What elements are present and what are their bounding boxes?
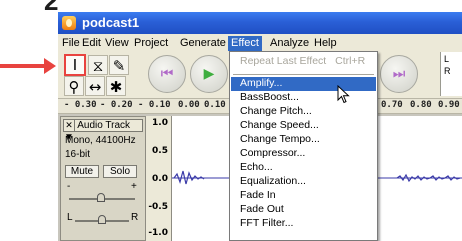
solo-button[interactable]: Solo	[103, 165, 137, 178]
annotation-arrow-shaft	[0, 64, 46, 68]
audacity-app-icon	[62, 16, 76, 30]
ruler-tick: 0.80	[410, 100, 432, 110]
track-control-panel: ✕ Audio Track ▼ Mono, 44100Hz 16-bit Mut…	[60, 116, 146, 241]
track-close-icon[interactable]: ✕	[64, 120, 75, 131]
meter-right-label: R	[444, 66, 451, 76]
pan-slider-thumb[interactable]	[98, 215, 106, 224]
timeshift-tool-button[interactable]: ↔	[85, 76, 105, 96]
menu-item-change-tempo[interactable]: Change Tempo...	[231, 133, 376, 147]
ruler-tick: - 0.10	[138, 100, 171, 110]
menu-separator	[233, 74, 374, 75]
amplitude-tick: -1.0	[148, 228, 168, 238]
menu-project[interactable]: Project	[131, 36, 171, 51]
menu-generate[interactable]: Generate	[177, 36, 229, 51]
meter-left-label: L	[444, 54, 450, 64]
play-button[interactable]: ▶	[190, 55, 228, 93]
menu-item-equalization[interactable]: Equalization...	[231, 175, 376, 189]
pan-right-label: R	[131, 212, 139, 223]
gain-minus-label: -	[67, 181, 71, 192]
menu-item-compressor[interactable]: Compressor...	[231, 147, 376, 161]
menu-item-fft-filter[interactable]: FFT Filter...	[231, 217, 376, 231]
play-icon: ▶	[203, 66, 215, 82]
selection-tool-button[interactable]: I	[64, 54, 86, 76]
track-name: Audio Track	[77, 120, 131, 131]
gain-slider-thumb[interactable]	[97, 193, 105, 202]
skip-to-end-icon: ⏭	[392, 66, 406, 82]
annotation-arrow-head	[44, 58, 56, 74]
amplitude-ruler: 1.0 0.5 0.0 -0.5 -1.0	[146, 116, 172, 241]
menu-analyze[interactable]: Analyze	[267, 36, 312, 51]
skip-to-start-icon: ⏮	[160, 66, 174, 82]
pan-left-label: L	[67, 212, 73, 223]
ruler-tick: - 0.20	[100, 100, 133, 110]
draw-tool-button[interactable]: ✎	[109, 55, 129, 75]
amplitude-tick: 0.0	[152, 174, 168, 184]
amplitude-tick: -0.5	[148, 202, 168, 212]
menu-effect[interactable]: Effect	[228, 36, 262, 51]
menu-item-fade-in[interactable]: Fade In	[231, 189, 376, 203]
envelope-tool-button[interactable]: ⧖	[88, 55, 108, 75]
menu-edit[interactable]: Edit	[79, 36, 104, 51]
menu-item-amplify[interactable]: Amplify...	[231, 77, 376, 91]
track-bit-depth: 16-bit	[65, 149, 91, 160]
menu-item-change-pitch[interactable]: Change Pitch...	[231, 105, 376, 119]
ruler-tick: 0.10	[204, 100, 226, 110]
menu-item-change-speed[interactable]: Change Speed...	[231, 119, 376, 133]
mouse-pointer-icon	[337, 85, 350, 104]
ruler-tick: - 0.30	[64, 100, 97, 110]
menu-help[interactable]: Help	[311, 36, 340, 51]
level-meter: L R	[440, 52, 462, 96]
repeat-last-effect-shortcut: Ctrl+R	[335, 55, 366, 67]
title-bar[interactable]: podcast1	[58, 12, 462, 34]
step-number: 2	[44, 0, 59, 16]
track-rate: Mono, 44100Hz	[65, 135, 136, 146]
repeat-last-effect-label: Repeat Last Effect	[240, 55, 327, 67]
skip-to-end-button[interactable]: ⏭	[380, 55, 418, 93]
amplitude-tick: 1.0	[152, 118, 168, 128]
effect-menu-dropdown: Repeat Last Effect Ctrl+R Amplify... Bas…	[229, 51, 378, 241]
window-title: podcast1	[82, 15, 140, 30]
multi-tool-button[interactable]: ✱	[106, 76, 126, 96]
ruler-tick: 0.70	[381, 100, 403, 110]
zoom-tool-button[interactable]: ⚲	[64, 76, 84, 96]
menu-bar: File Edit View Project Generate Effect A…	[58, 34, 462, 52]
menu-item-fade-out[interactable]: Fade Out	[231, 203, 376, 217]
menu-item-bassboost[interactable]: BassBoost...	[231, 91, 376, 105]
menu-view[interactable]: View	[102, 36, 132, 51]
menu-item-echo[interactable]: Echo...	[231, 161, 376, 175]
skip-to-start-button[interactable]: ⏮	[148, 55, 186, 93]
gain-plus-label: +	[131, 181, 137, 192]
track-name-menu[interactable]: ✕ Audio Track ▼	[63, 119, 143, 143]
ruler-tick: 0.90	[438, 100, 460, 110]
mute-button[interactable]: Mute	[65, 165, 99, 178]
ruler-tick: 0.00	[178, 100, 200, 110]
amplitude-tick: 0.5	[152, 146, 168, 156]
repeat-last-effect-item: Repeat Last Effect Ctrl+R	[231, 55, 376, 69]
